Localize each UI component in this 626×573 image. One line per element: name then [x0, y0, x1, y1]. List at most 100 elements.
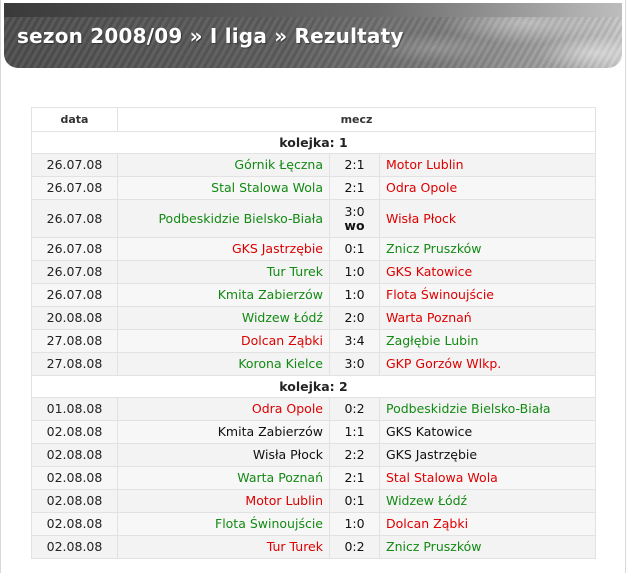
table-header-row: data mecz	[31, 107, 596, 132]
home-team[interactable]: Tur Turek	[117, 535, 330, 559]
match-score-cell[interactable]: 1:0	[329, 260, 380, 284]
away-team[interactable]: Flota Świnoujście	[379, 283, 596, 307]
away-team[interactable]: Widzew Łódź	[379, 489, 596, 513]
away-team[interactable]: GKS Jastrzębie	[379, 443, 596, 467]
table-row: 20.08.08 Widzew Łódź 2:0 Warta Poznań	[31, 306, 596, 330]
away-team[interactable]: Wisła Płock	[379, 199, 596, 238]
home-team[interactable]: Korona Kielce	[117, 352, 330, 376]
match-score[interactable]: 1:0	[344, 516, 364, 531]
round-label: kolejka: 1	[31, 131, 596, 154]
home-team[interactable]: Kmita Zabierzów	[117, 420, 330, 444]
match-score-cell[interactable]: 3:0	[329, 352, 380, 376]
match-score[interactable]: 2:2	[344, 447, 364, 462]
home-team[interactable]: Kmita Zabierzów	[117, 283, 330, 307]
round-header-row: kolejka: 1	[31, 131, 596, 154]
match-date: 02.08.08	[31, 443, 118, 467]
match-date: 20.08.08	[31, 306, 118, 330]
home-team[interactable]: Podbeskidzie Bielsko-Biała	[117, 199, 330, 238]
banner-stripe	[4, 3, 622, 17]
match-score[interactable]: 0:1	[344, 493, 364, 508]
match-score-cell[interactable]: 0:2	[329, 397, 380, 421]
match-date: 02.08.08	[31, 489, 118, 513]
match-score-cell[interactable]: 1:0	[329, 283, 380, 307]
match-date: 26.07.08	[31, 283, 118, 307]
match-score-cell[interactable]: 0:2	[329, 535, 380, 559]
match-score[interactable]: 1:0	[344, 264, 364, 279]
home-team[interactable]: Wisła Płock	[117, 443, 330, 467]
match-score-cell[interactable]: 2:2	[329, 443, 380, 467]
match-score[interactable]: 0:2	[344, 401, 364, 416]
match-score-cell[interactable]: 3:0 wo	[329, 199, 380, 238]
away-team[interactable]: Dolcan Ząbki	[379, 512, 596, 536]
home-team[interactable]: Widzew Łódź	[117, 306, 330, 330]
home-team[interactable]: Tur Turek	[117, 260, 330, 284]
match-score[interactable]: 3:0	[344, 204, 364, 219]
match-score-cell[interactable]: 2:1	[329, 176, 380, 200]
results-body: kolejka: 1 26.07.08 Górnik Łęczna 2:1 Motor …	[31, 131, 596, 559]
table-row: 02.08.08 Kmita Zabierzów 1:1 GKS Katowice	[31, 420, 596, 444]
home-team[interactable]: Motor Lublin	[117, 489, 330, 513]
match-score-cell[interactable]: 1:0	[329, 512, 380, 536]
away-team[interactable]: Znicz Pruszków	[379, 237, 596, 261]
match-score[interactable]: 0:2	[344, 539, 364, 554]
match-score-cell[interactable]: 2:1	[329, 153, 380, 177]
match-score[interactable]: 3:0	[344, 356, 364, 371]
match-date: 26.07.08	[31, 237, 118, 261]
match-score-cell[interactable]: 2:0	[329, 306, 380, 330]
round-header-row: kolejka: 2	[31, 375, 596, 398]
home-team[interactable]: Odra Opole	[117, 397, 330, 421]
away-team[interactable]: GKS Katowice	[379, 260, 596, 284]
match-score[interactable]: 0:1	[344, 241, 364, 256]
match-date: 02.08.08	[31, 466, 118, 490]
match-score[interactable]: 2:1	[344, 180, 364, 195]
away-team[interactable]: GKP Gorzów Wlkp.	[379, 352, 596, 376]
home-team[interactable]: Warta Poznań	[117, 466, 330, 490]
away-team[interactable]: Stal Stalowa Wola	[379, 466, 596, 490]
away-team[interactable]: Warta Poznań	[379, 306, 596, 330]
home-team[interactable]: Stal Stalowa Wola	[117, 176, 330, 200]
match-score[interactable]: 1:1	[344, 424, 364, 439]
match-date: 02.08.08	[31, 512, 118, 536]
match-score-cell[interactable]: 2:1	[329, 466, 380, 490]
away-team[interactable]: Odra Opole	[379, 176, 596, 200]
table-row: 26.07.08 Tur Turek 1:0 GKS Katowice	[31, 260, 596, 284]
match-score-cell[interactable]: 0:1	[329, 489, 380, 513]
match-date: 02.08.08	[31, 535, 118, 559]
match-score-cell[interactable]: 1:1	[329, 420, 380, 444]
away-team[interactable]: Zagłębie Lubin	[379, 329, 596, 353]
walkover-note: wo	[344, 217, 365, 233]
home-team[interactable]: Górnik Łęczna	[117, 153, 330, 177]
match-date: 02.08.08	[31, 420, 118, 444]
home-team[interactable]: Flota Świnoujście	[117, 512, 330, 536]
round-label: kolejka: 2	[31, 375, 596, 398]
match-score[interactable]: 3:4	[344, 333, 364, 348]
home-team[interactable]: GKS Jastrzębie	[117, 237, 330, 261]
table-row: 02.08.08 Tur Turek 0:2 Znicz Pruszków	[31, 535, 596, 559]
away-team[interactable]: GKS Katowice	[379, 420, 596, 444]
home-team[interactable]: Dolcan Ząbki	[117, 329, 330, 353]
table-row: 02.08.08 Flota Świnoujście 1:0 Dolcan Ząbki	[31, 512, 596, 536]
column-header-date: data	[31, 107, 118, 132]
match-score-cell[interactable]: 3:4	[329, 329, 380, 353]
away-team[interactable]: Znicz Pruszków	[379, 535, 596, 559]
table-row: 02.08.08 Wisła Płock 2:2 GKS Jastrzębie	[31, 443, 596, 467]
match-score-cell[interactable]: 0:1	[329, 237, 380, 261]
match-score[interactable]: 2:1	[344, 470, 364, 485]
away-team[interactable]: Motor Lublin	[379, 153, 596, 177]
header-banner: sezon 2008/09 » I liga » Rezultaty	[4, 3, 622, 68]
match-score[interactable]: 2:0	[344, 310, 364, 325]
table-row: 27.08.08 Korona Kielce 3:0 GKP Gorzów Wlkp.	[31, 352, 596, 376]
match-date: 27.08.08	[31, 329, 118, 353]
page-title: sezon 2008/09 » I liga » Rezultaty	[17, 24, 404, 48]
away-team[interactable]: Podbeskidzie Bielsko-Biała	[379, 397, 596, 421]
table-row: 01.08.08 Odra Opole 0:2 Podbeskidzie Bielsk…	[31, 397, 596, 421]
results-table: data mecz kolejka: 1 26.07.08 Górnik Łęczn…	[31, 107, 596, 559]
match-date: 26.07.08	[31, 199, 118, 238]
match-date: 26.07.08	[31, 260, 118, 284]
match-score[interactable]: 2:1	[344, 157, 364, 172]
table-row: 26.07.08 Stal Stalowa Wola 2:1 Odra Opole	[31, 176, 596, 200]
match-date: 26.07.08	[31, 153, 118, 177]
table-row: 26.07.08 GKS Jastrzębie 0:1 Znicz Pruszków	[31, 237, 596, 261]
match-date: 27.08.08	[31, 352, 118, 376]
match-score[interactable]: 1:0	[344, 287, 364, 302]
